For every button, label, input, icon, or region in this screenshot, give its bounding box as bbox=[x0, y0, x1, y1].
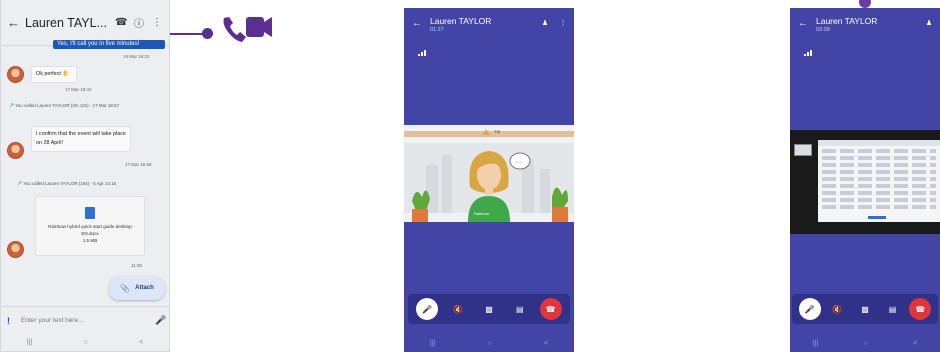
home-icon[interactable]: ○ bbox=[488, 340, 492, 347]
word-document-icon bbox=[85, 207, 95, 219]
caller-name: Lauren TAYLOR bbox=[816, 16, 878, 26]
hangup-icon: ☎ bbox=[915, 304, 926, 314]
watermark-text: Rainbow bbox=[474, 211, 490, 216]
microphone-icon: 🎤 bbox=[422, 304, 433, 314]
video-call-callout-icon bbox=[223, 17, 272, 42]
video-off-icon: ▩ bbox=[861, 304, 869, 314]
call-log-text: You called Lauren TAYLOR (3m 12s) - 17 M… bbox=[15, 103, 120, 108]
home-icon[interactable]: ○ bbox=[864, 340, 868, 347]
outgoing-call-arrow-icon: ↗ bbox=[17, 181, 23, 187]
shared-spreadsheet bbox=[818, 140, 940, 222]
video-illustration: … bbox=[404, 125, 574, 222]
file-size: 1.5 MB bbox=[82, 238, 98, 243]
microphone-icon: 🎤 bbox=[804, 304, 815, 314]
contact-avatar[interactable] bbox=[7, 66, 24, 83]
android-nav-bar: ||| ○ < bbox=[790, 334, 940, 352]
remote-video-feed[interactable]: … TSI Rainbow bbox=[404, 125, 574, 222]
message-timestamp: 17 Mar 15:58 bbox=[125, 162, 152, 167]
back-nav-icon[interactable]: < bbox=[913, 340, 917, 347]
microphone-button[interactable]: 🎤 bbox=[416, 298, 439, 320]
call-header: ← Lauren TAYLOR 03:38 ♟ bbox=[790, 8, 940, 48]
hangup-icon: ☎ bbox=[545, 304, 556, 314]
svg-text:…: … bbox=[516, 159, 521, 165]
contact-name: Lauren TAYL... bbox=[25, 15, 107, 30]
file-attachment-card[interactable]: Rainbow hybrid quick start guide desktop… bbox=[35, 196, 145, 256]
call-header: ← Lauren TAYLOR 01:27 ♟ ⋮ bbox=[404, 8, 574, 48]
microphone-button[interactable]: 🎤 bbox=[798, 298, 821, 320]
message-timestamp: 11:38 bbox=[131, 263, 142, 268]
chat-button[interactable]: ▤ bbox=[882, 298, 904, 320]
paperclip-icon: 📎 bbox=[120, 283, 131, 293]
caller-name: Lauren TAYLOR bbox=[430, 16, 492, 26]
message-text: Ok perfect bbox=[36, 71, 61, 77]
contact-avatar[interactable] bbox=[7, 142, 24, 159]
signal-strength-icon bbox=[418, 50, 426, 56]
annotation-dot-2 bbox=[859, 0, 871, 8]
message-input[interactable] bbox=[21, 317, 147, 324]
microphone-icon[interactable]: 🎤 bbox=[155, 315, 166, 326]
attach-button[interactable]: 📎 Attach bbox=[109, 276, 165, 300]
message-timestamp: 16 Mar 16:31 bbox=[123, 54, 150, 59]
message-composer: ! 🎤 bbox=[1, 306, 169, 334]
back-arrow-icon[interactable]: ← bbox=[7, 15, 20, 30]
recent-apps-icon[interactable]: ||| bbox=[813, 340, 818, 347]
more-vert-icon[interactable]: ⋮ bbox=[151, 17, 163, 28]
hangup-button[interactable]: ☎ bbox=[539, 298, 562, 320]
video-off-button[interactable]: ▩ bbox=[478, 298, 500, 320]
more-vert-icon[interactable]: ⋮ bbox=[558, 19, 568, 27]
android-nav-bar: ||| ○ < bbox=[1, 333, 169, 351]
call-duration: 01:27 bbox=[430, 27, 444, 33]
contact-avatar[interactable] bbox=[7, 241, 24, 258]
outgoing-message: Yes, I'll call you in five minutes! bbox=[53, 40, 165, 49]
hangup-button[interactable]: ☎ bbox=[909, 298, 932, 320]
android-nav-bar: ||| ○ < bbox=[404, 334, 574, 352]
recent-apps-icon[interactable]: ||| bbox=[27, 339, 32, 346]
call-log-entry: ↗ You called Lauren TAYLOR (3m 12s) - 17… bbox=[9, 102, 159, 110]
incoming-message: Ok perfect ✋ bbox=[31, 66, 77, 83]
info-icon[interactable]: ⓘ bbox=[133, 15, 145, 30]
video-call-screen: ← Lauren TAYLOR 01:27 ♟ ⋮ … TSI Rainbow … bbox=[404, 8, 574, 352]
outgoing-call-arrow-icon: ↗ bbox=[9, 103, 15, 109]
screen-share-call-screen: ← Lauren TAYLOR 03:38 ♟ 🎤 🔇 ▩ ▤ ☎ ||| ○ … bbox=[790, 8, 940, 352]
video-off-icon: ▩ bbox=[485, 304, 493, 314]
add-participant-icon[interactable]: ♟ bbox=[540, 19, 550, 27]
video-label: TSI bbox=[494, 129, 501, 134]
video-call-icon[interactable]: ☎ bbox=[115, 17, 127, 28]
shared-window-thumbnail bbox=[794, 144, 812, 156]
call-log-entry: ↗ You called Lauren TAYLOR (16s) - 5 Apr… bbox=[17, 180, 167, 188]
callout-dot bbox=[202, 28, 213, 39]
back-nav-icon[interactable]: < bbox=[139, 339, 143, 346]
priority-icon[interactable]: ! bbox=[7, 316, 13, 326]
video-off-button[interactable]: ▩ bbox=[854, 298, 876, 320]
speaker-mute-button[interactable]: 🔇 bbox=[826, 298, 848, 320]
speaker-mute-icon: 🔇 bbox=[453, 304, 464, 314]
incoming-message: I confirm that the event will take place… bbox=[31, 126, 131, 152]
shared-screen-feed[interactable] bbox=[790, 130, 940, 234]
signal-strength-icon bbox=[804, 50, 812, 56]
back-arrow-icon[interactable]: ← bbox=[798, 18, 808, 29]
back-nav-icon[interactable]: < bbox=[544, 340, 548, 347]
chat-icon: ▤ bbox=[516, 304, 524, 314]
call-controls-bar: 🎤 🔇 ▩ ▤ ☎ bbox=[792, 294, 938, 324]
file-name: Rainbow hybrid quick start guide desktop… bbox=[48, 224, 132, 236]
message-timestamp: 17 Mar 18:42 bbox=[65, 87, 92, 92]
recent-apps-icon[interactable]: ||| bbox=[430, 340, 435, 347]
back-arrow-icon[interactable]: ← bbox=[412, 18, 422, 29]
speaker-mute-icon: 🔇 bbox=[832, 304, 843, 314]
call-duration: 03:38 bbox=[816, 27, 830, 33]
chat-screen: ← Lauren TAYL... ☎ ⓘ ⋮ Yes, I'll call yo… bbox=[0, 0, 170, 352]
chat-button[interactable]: ▤ bbox=[509, 298, 531, 320]
attach-label: Attach bbox=[135, 285, 154, 291]
add-participant-icon[interactable]: ♟ bbox=[924, 19, 934, 27]
home-icon[interactable]: ○ bbox=[84, 339, 88, 346]
call-controls-bar: 🎤 🔇 ▩ ▤ ☎ bbox=[408, 294, 570, 324]
call-log-text: You called Lauren TAYLOR (16s) - 5 Apr 1… bbox=[23, 181, 117, 186]
chat-icon: ▤ bbox=[888, 304, 897, 314]
speaker-mute-button[interactable]: 🔇 bbox=[447, 298, 469, 320]
thumbs-up-emoji-icon: ✋ bbox=[62, 71, 70, 77]
